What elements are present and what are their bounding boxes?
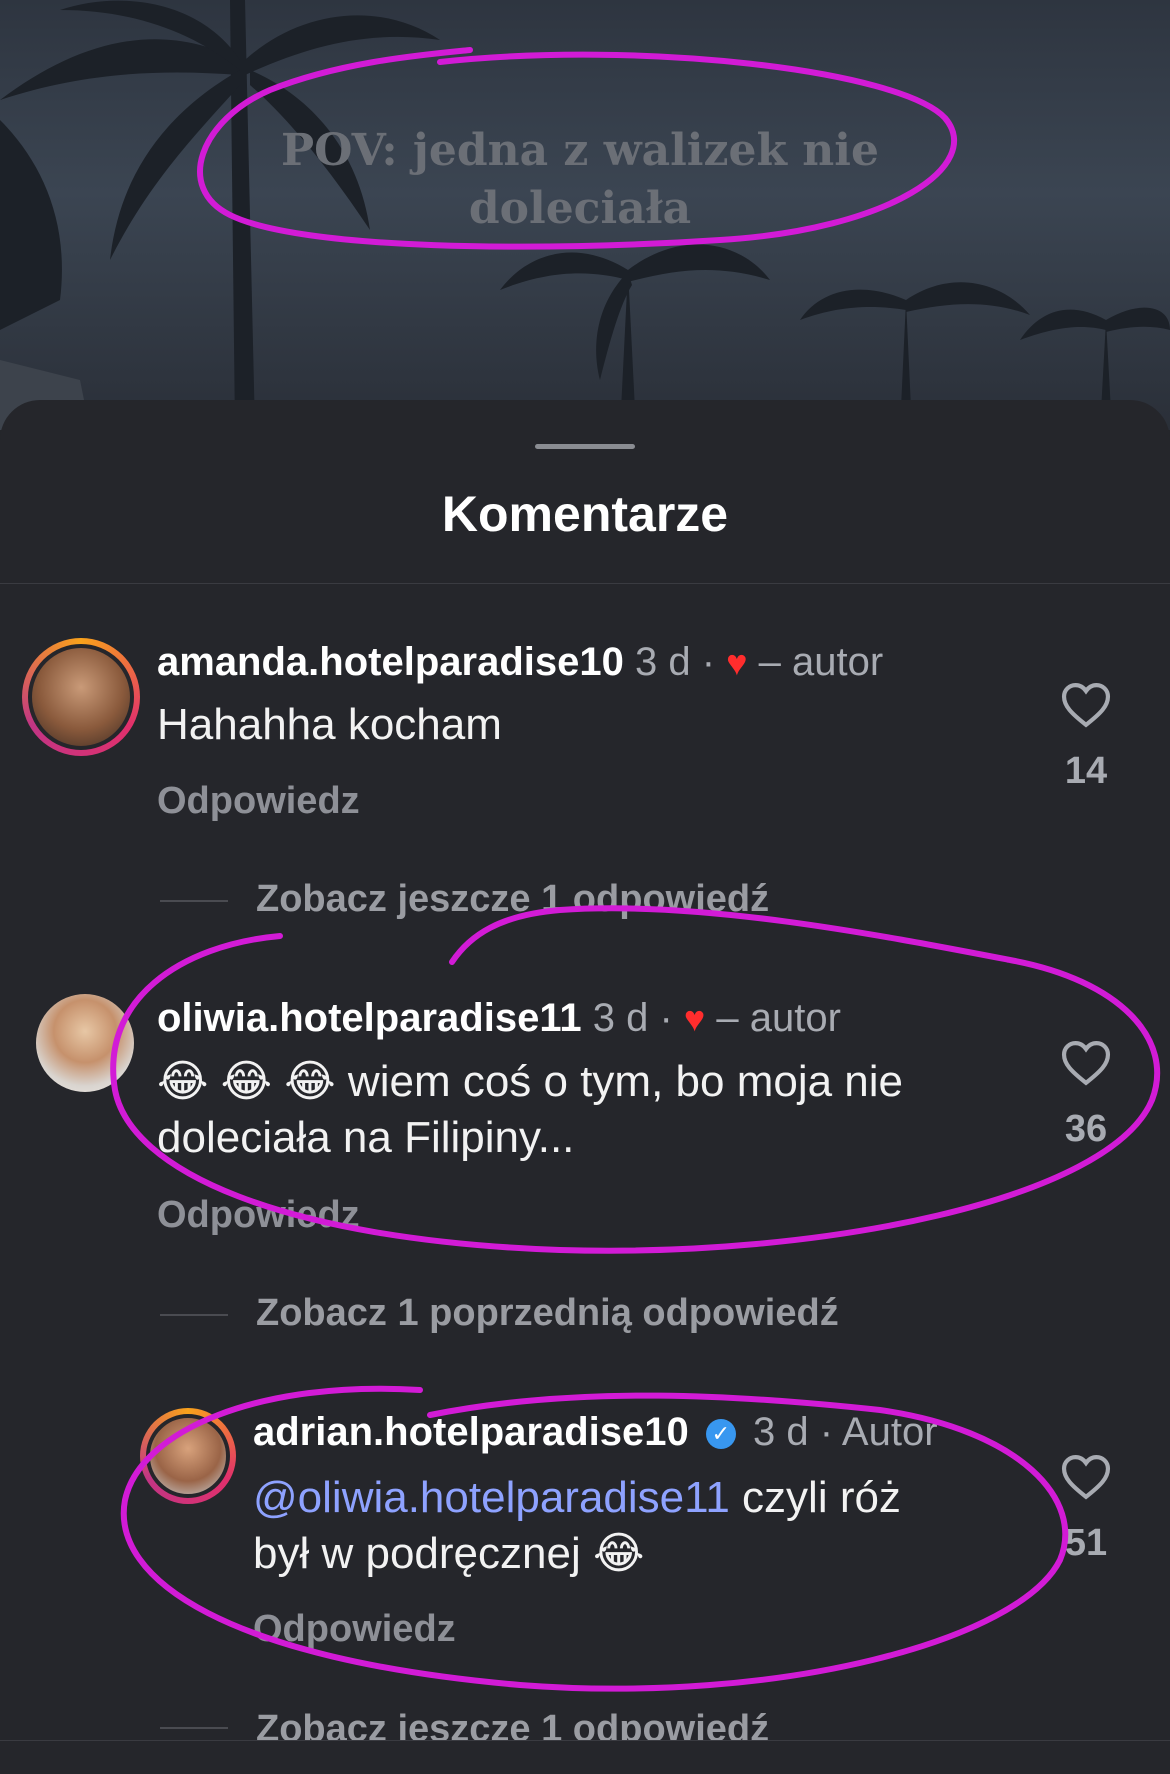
title-divider [0,583,1170,584]
view-replies-link[interactable]: Zobacz jeszcze 1 odpowiedź [256,878,769,921]
username[interactable]: adrian.hotelparadise10 [253,1410,689,1454]
bottom-edge [0,1740,1170,1774]
like-button[interactable]: 51 [1046,1454,1126,1565]
comment-time: 3 d · Autor [752,1410,938,1454]
like-button[interactable]: 36 [1046,1040,1126,1151]
like-button[interactable]: 14 [1046,682,1126,793]
comment-text: @oliwia.hotelparadise11 czyli róż był w … [253,1470,1033,1582]
like-count: 51 [1064,1522,1108,1564]
comment-text-line1: czyli róż [729,1473,901,1522]
video-overlay-text: POV: jedna z walizek nie doleciała [280,125,880,234]
comment-text: 😂 😂 😂 wiem coś o tym, bo moja nie doleci… [157,1054,1017,1166]
like-count: 14 [1064,750,1108,792]
reply-button[interactable]: Odpowiedz [253,1608,456,1651]
heart-icon [1061,683,1111,728]
video-backdrop: POV: jedna z walizek nie doleciała [0,0,1170,430]
comment-meta: adrian.hotelparadise10 ✓ 3 d · Autor [253,1410,938,1455]
comment-text-line1: wiem coś o tym, bo moja nie [347,1057,904,1106]
author-tag: – autor [716,996,841,1040]
comment-text-line2: doleciała na Filipiny... [157,1113,575,1162]
avatar[interactable] [140,1408,236,1504]
comment-meta: oliwia.hotelparadise11 3 d · ♥ – autor [157,996,841,1041]
username[interactable]: amanda.hotelparadise10 [157,640,624,684]
creator-heart-icon: ♥ [726,642,748,683]
replies-line [160,1727,228,1729]
heart-icon [1061,1455,1111,1500]
avatar[interactable] [36,994,134,1092]
comment-time: 3 d · [592,996,673,1040]
comment-time: 3 d · [634,640,716,684]
creator-heart-icon: ♥ [683,998,706,1039]
comment-text-line2: był w podręcznej [253,1529,581,1578]
emoji-laughing: 😂 [592,1529,645,1578]
author-tag: – autor [758,640,884,684]
username[interactable]: oliwia.hotelparadise11 [157,996,582,1040]
sheet-drag-handle[interactable] [535,444,635,449]
comment-text: Hahahha kocham [157,700,502,749]
comment-meta: amanda.hotelparadise10 3 d · ♥ – autor [157,640,883,685]
reply-button[interactable]: Odpowiedz [157,1194,360,1237]
verified-badge-icon: ✓ [705,1419,736,1450]
like-count: 36 [1064,1108,1108,1150]
avatar[interactable] [22,638,140,756]
heart-icon [1061,1041,1111,1086]
replies-line [160,1314,228,1316]
mention-link[interactable]: @oliwia.hotelparadise11 [253,1473,730,1522]
view-replies-link[interactable]: Zobacz 1 poprzednią odpowiedź [256,1292,839,1335]
reply-button[interactable]: Odpowiedz [157,780,360,823]
sheet-title: Komentarze [441,486,729,542]
replies-line [160,900,228,902]
emoji-laughing: 😂 😂 😂 [157,1057,336,1106]
